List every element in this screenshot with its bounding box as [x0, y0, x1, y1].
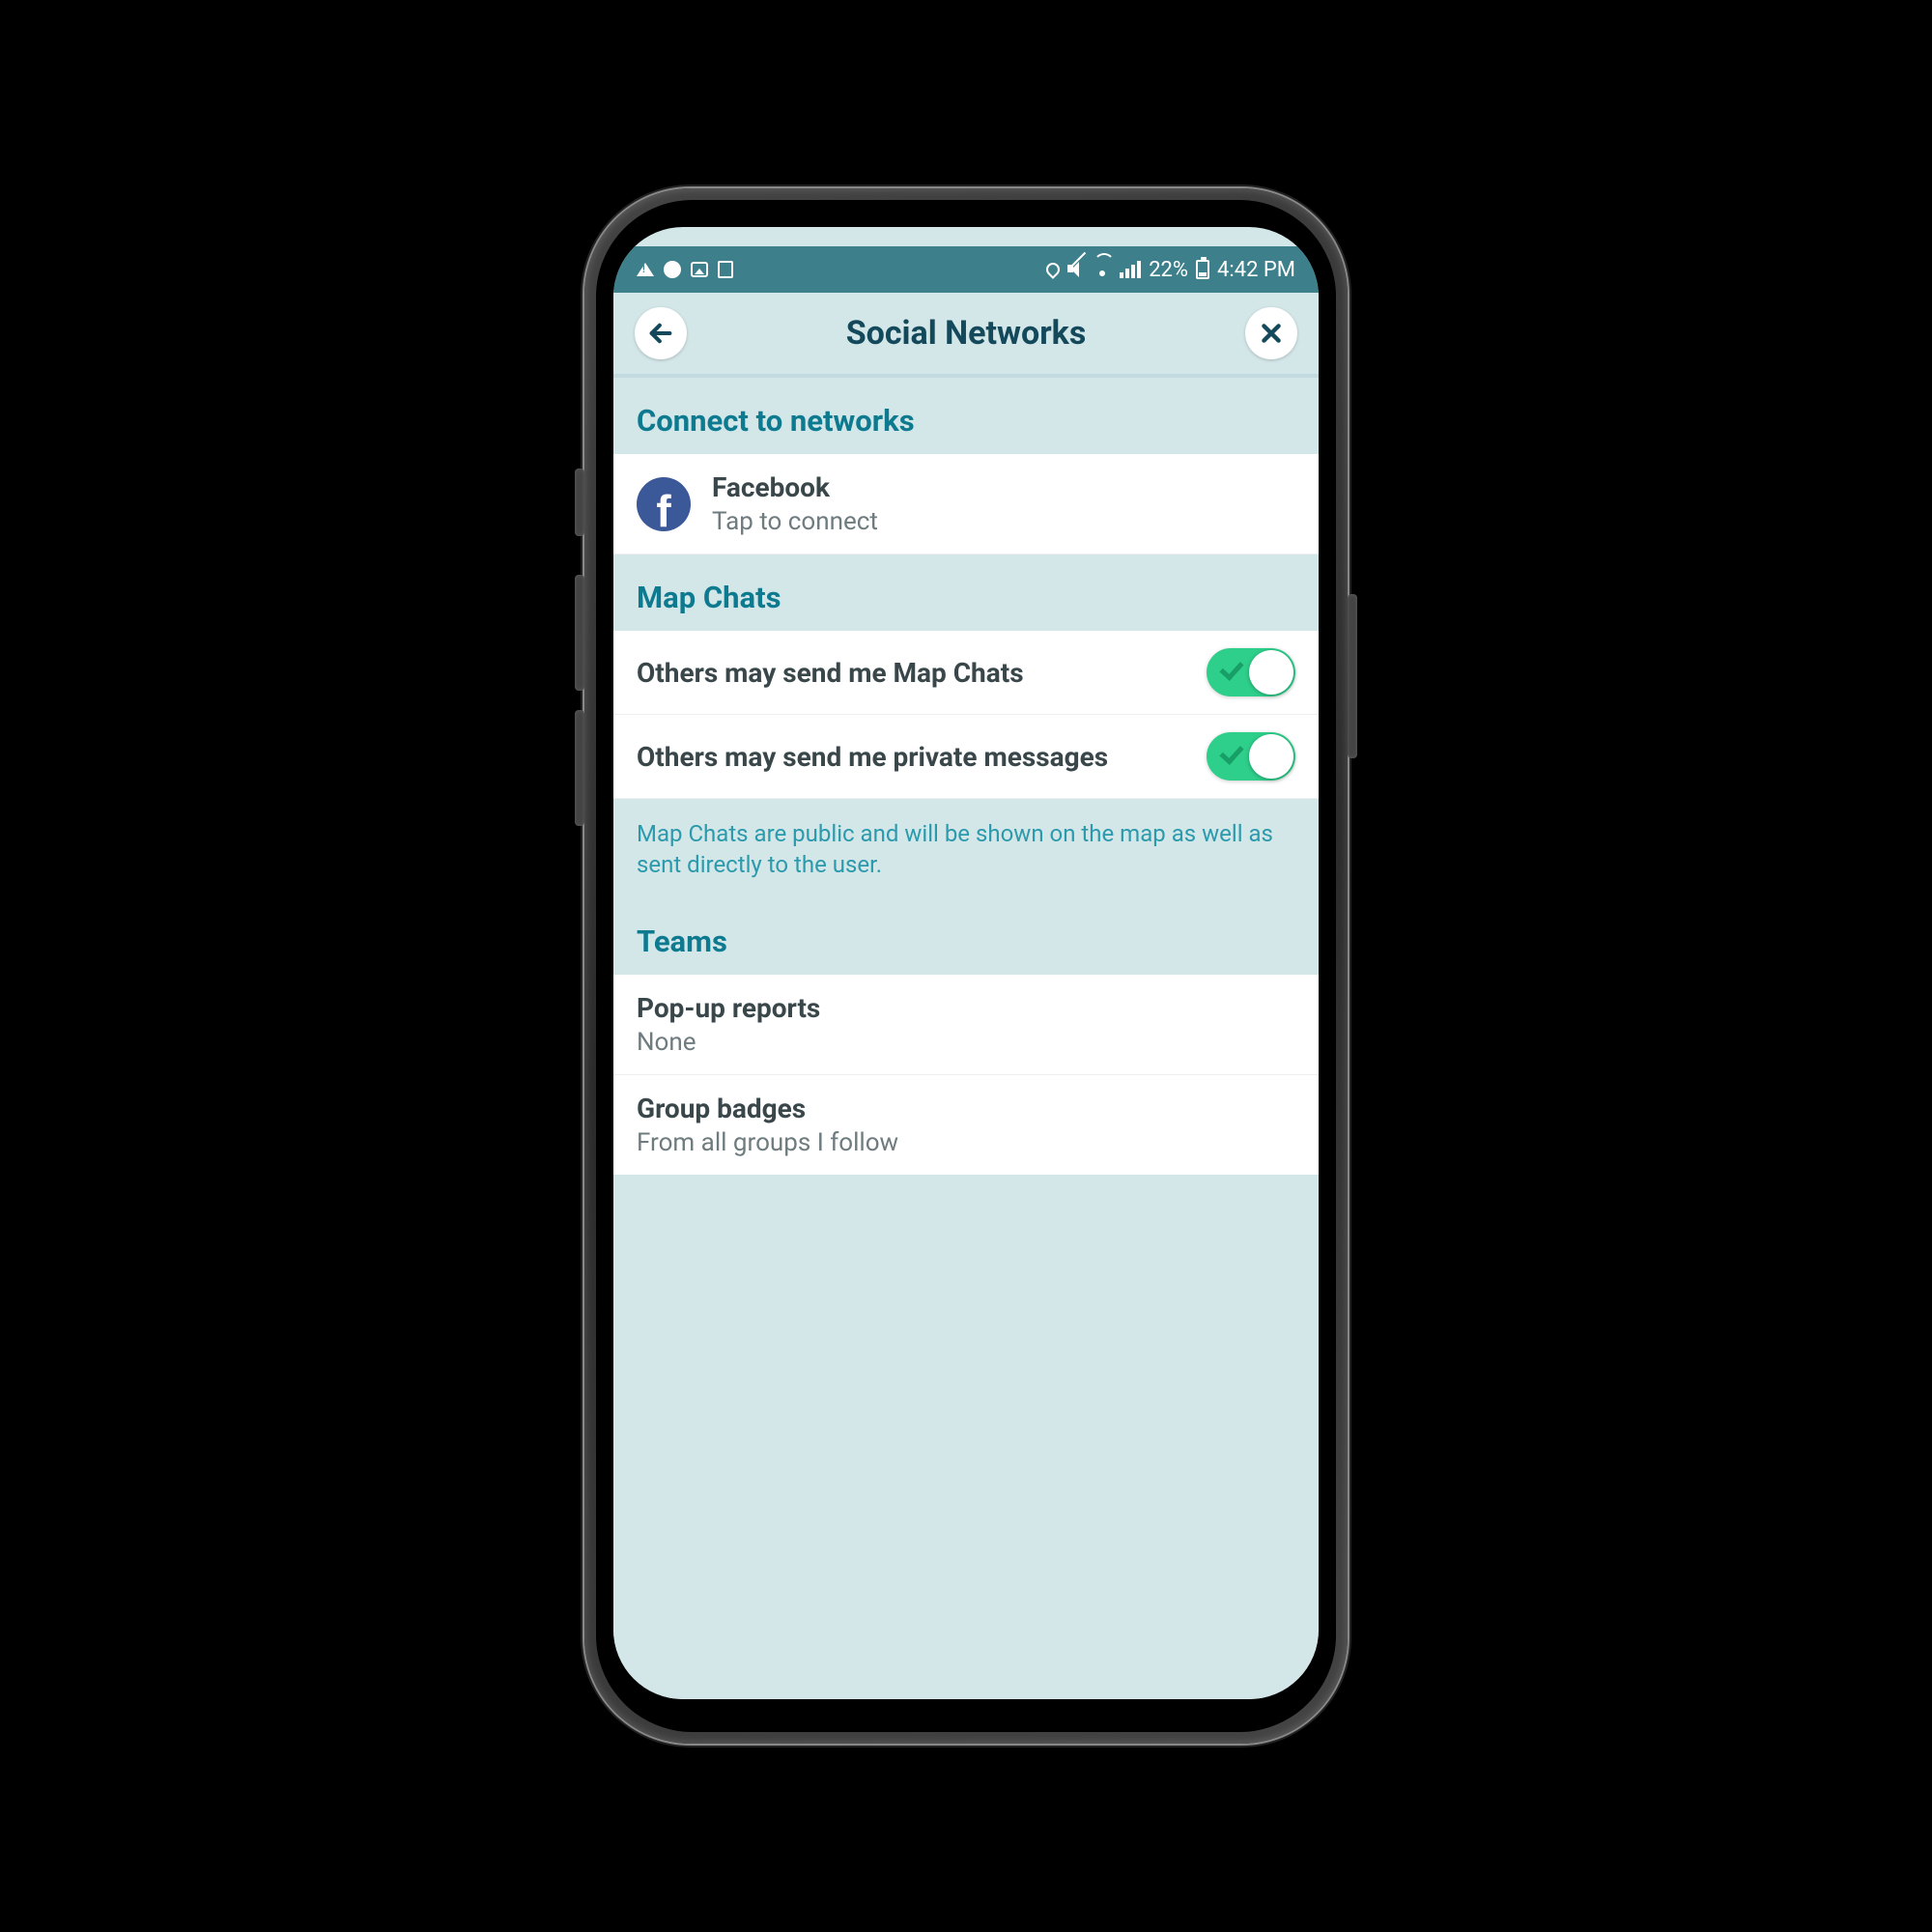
toggle-mapchats[interactable]: [1207, 648, 1295, 696]
image-icon: [691, 262, 708, 277]
status-right: 22% 4:42 PM: [1046, 258, 1295, 282]
mapchats-description: Map Chats are public and will be shown o…: [613, 799, 1319, 914]
location-icon: [1043, 260, 1063, 279]
document-icon: [718, 261, 733, 278]
facebook-icon: f: [637, 477, 691, 531]
clock: 4:42 PM: [1217, 258, 1295, 282]
group-badges-row[interactable]: Group badges From all groups I follow: [613, 1075, 1319, 1175]
dnd-icon: [664, 261, 681, 278]
side-button: [575, 469, 584, 536]
facebook-row[interactable]: f Facebook Tap to connect: [613, 454, 1319, 554]
status-left: [637, 261, 733, 278]
group-badges-subtitle: From all groups I follow: [637, 1128, 1295, 1157]
power-button: [1348, 594, 1357, 758]
volume-up-button: [575, 575, 584, 691]
group-badges-title: Group badges: [637, 1093, 1295, 1124]
toggle-label-private: Others may send me private messages: [637, 741, 1185, 773]
battery-pct: 22%: [1149, 258, 1188, 282]
signal-icon: [1120, 261, 1141, 278]
phone-bezel: 22% 4:42 PM Social Networks: [596, 200, 1336, 1732]
warning-icon: [637, 263, 654, 276]
popup-reports-row[interactable]: Pop-up reports None: [613, 975, 1319, 1075]
arrow-back-icon: [647, 320, 674, 347]
toggle-private[interactable]: [1207, 732, 1295, 781]
close-button[interactable]: [1245, 307, 1297, 359]
mute-icon: [1067, 262, 1085, 277]
wifi-icon: [1093, 263, 1112, 276]
popup-reports-subtitle: None: [637, 1028, 1295, 1057]
popup-reports-title: Pop-up reports: [637, 992, 1295, 1024]
facebook-subtitle: Tap to connect: [712, 507, 1295, 536]
volume-down-button: [575, 710, 584, 826]
content[interactable]: Connect to networks f Facebook Tap to co…: [613, 378, 1319, 1699]
back-button[interactable]: [635, 307, 687, 359]
phone-frame: 22% 4:42 PM Social Networks: [584, 188, 1348, 1744]
section-header-mapchats: Map Chats: [613, 554, 1319, 631]
close-icon: [1259, 321, 1284, 346]
section-header-connect: Connect to networks: [613, 378, 1319, 454]
toggle-row-mapchats: Others may send me Map Chats: [613, 631, 1319, 715]
section-header-teams: Teams: [613, 914, 1319, 975]
toggle-row-private: Others may send me private messages: [613, 715, 1319, 799]
page-title: Social Networks: [846, 314, 1087, 353]
toggle-label-mapchats: Others may send me Map Chats: [637, 657, 1185, 689]
screen: 22% 4:42 PM Social Networks: [613, 227, 1319, 1699]
page-header: Social Networks: [613, 293, 1319, 378]
battery-icon: [1196, 260, 1209, 279]
facebook-title: Facebook: [712, 471, 1295, 503]
status-bar: 22% 4:42 PM: [613, 246, 1319, 293]
